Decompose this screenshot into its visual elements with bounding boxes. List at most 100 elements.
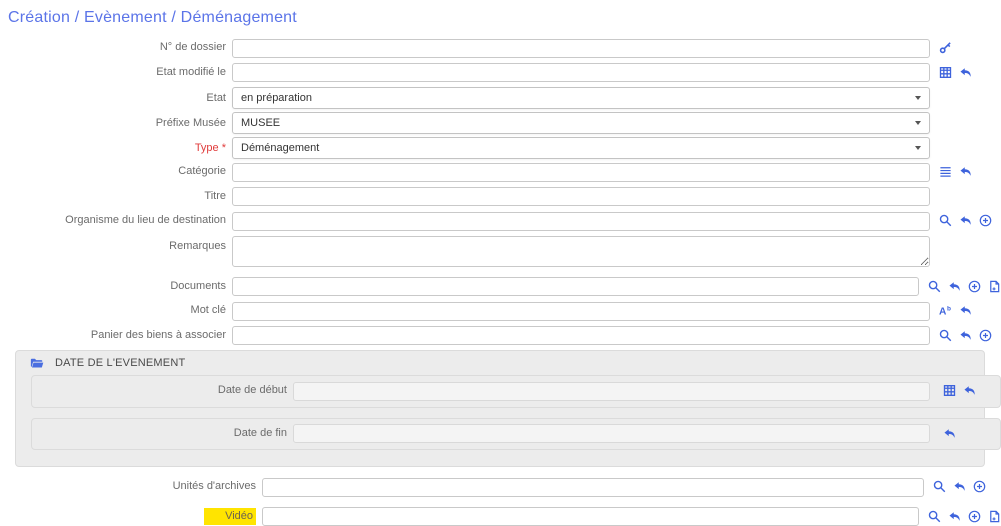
search-icon[interactable] [938,328,952,342]
label-unites-archives: Unités d'archives [0,480,256,493]
undo-icon[interactable] [958,165,972,179]
calendar-icon[interactable] [942,384,956,398]
field-actions-date-fin [942,426,956,440]
undo-icon[interactable] [947,509,961,523]
page-title: Création / Evènement / Déménagement [8,9,1001,27]
label-video: Vidéo [0,508,256,525]
field-row-prefixe-musee: Préfixe Musée MUSEE [0,112,1001,134]
label-date-debut: Date de début [32,384,287,397]
add-circle-icon[interactable] [967,279,981,293]
control-video [262,507,919,526]
categorie-input[interactable] [232,163,930,182]
label-etat: Etat [0,92,226,105]
field-row-mot-cle: Mot clé Ab [0,301,1001,321]
field-row-type: Type *Déménagement [0,137,1001,159]
etat-modifie-le-input[interactable] [232,63,930,82]
chevron-down-icon [915,121,921,125]
organisme-lieu-destination-input[interactable] [232,212,930,231]
video-input[interactable] [262,507,919,526]
field-actions-numero-dossier [938,41,952,55]
label-prefixe-musee: Préfixe Musée [0,117,226,130]
search-icon[interactable] [927,279,941,293]
undo-icon[interactable] [958,328,972,342]
control-unites-archives [262,477,924,497]
field-row-etat: Etat en préparation [0,87,1001,109]
date-fin-input [293,424,930,443]
unites-archives-input[interactable] [262,478,924,497]
field-actions-documents [927,279,1001,293]
type-select[interactable]: Déménagement [232,137,930,159]
label-numero-dossier: N° de dossier [0,41,226,54]
numero-dossier-input[interactable] [232,39,930,58]
field-row-documents: Documents [0,277,1001,297]
field-row-etat-modifie-le: Etat modifié le [0,63,1001,83]
event-creation-page: Création / Evènement / Déménagement N° d… [0,9,1001,526]
undo-icon[interactable] [958,304,972,318]
field-row-remarques: Remarques [0,236,1001,272]
field-row-numero-dossier: N° de dossier [0,38,1001,58]
label-remarques: Remarques [0,236,226,253]
control-etat: en préparation [232,87,930,109]
documents-input[interactable] [232,277,919,296]
undo-icon[interactable] [947,279,961,293]
file-add-icon[interactable] [987,279,1001,293]
thesaurus-icon[interactable]: Ab [938,304,952,318]
label-mot-cle: Mot clé [0,304,226,317]
etat-select[interactable]: en préparation [232,87,930,109]
label-etat-modifie-le: Etat modifié le [0,66,226,79]
field-actions-etat-modifie-le [938,65,972,79]
undo-icon[interactable] [958,214,972,228]
field-actions-unites-archives [932,480,986,494]
bottom-form: Unités d'archives Vidéo [0,477,1001,526]
svg-text:A: A [939,307,947,317]
search-icon[interactable] [938,214,952,228]
label-organisme-lieu-destination: Organisme du lieu de destination [0,214,226,227]
field-row-date-debut: Date de début [31,375,1001,408]
folder-open-icon [30,356,44,370]
titre-input[interactable] [232,187,930,206]
section-title: DATE DE L'EVENEMENT [55,357,185,369]
control-date-debut [293,381,930,401]
label-categorie: Catégorie [0,165,226,178]
add-circle-icon[interactable] [972,480,986,494]
search-icon[interactable] [932,480,946,494]
field-row-titre: Titre [0,187,1001,207]
event-date-section-header[interactable]: DATE DE L'EVENEMENT [16,356,984,370]
add-circle-icon[interactable] [978,214,992,228]
undo-icon[interactable] [958,65,972,79]
field-row-categorie: Catégorie [0,162,1001,182]
add-circle-icon[interactable] [967,509,981,523]
key-icon[interactable] [938,41,952,55]
prefixe-musee-select[interactable]: MUSEE [232,112,930,134]
label-documents: Documents [0,280,226,293]
type-selected-value: Déménagement [241,142,319,154]
add-circle-icon[interactable] [978,328,992,342]
list-icon[interactable] [938,165,952,179]
mot-cle-input[interactable] [232,302,930,321]
field-row-unites-archives: Unités d'archives [0,477,1001,497]
date-debut-input [293,382,930,401]
remarques-textarea[interactable] [232,236,930,267]
undo-icon[interactable] [952,480,966,494]
prefixe-musee-selected-value: MUSEE [241,117,280,129]
event-date-section: DATE DE L'EVENEMENT Date de débutDate de… [15,350,985,467]
undo-icon[interactable] [962,384,976,398]
search-icon[interactable] [927,509,941,523]
field-actions-panier-biens-associer [938,328,992,342]
etat-selected-value: en préparation [241,92,312,104]
calendar-icon[interactable] [938,65,952,79]
control-categorie [232,162,930,182]
control-etat-modifie-le [232,63,930,83]
label-titre: Titre [0,190,226,203]
field-row-date-fin: Date de fin [31,418,1001,451]
control-mot-cle [232,301,930,321]
control-titre [232,187,930,207]
control-remarques [232,236,930,272]
panier-biens-associer-input[interactable] [232,326,930,345]
control-organisme-lieu-destination [232,211,930,231]
undo-icon[interactable] [942,426,956,440]
field-actions-mot-cle: Ab [938,304,972,318]
control-numero-dossier [232,38,930,58]
field-row-organisme-lieu-destination: Organisme du lieu de destination [0,211,1001,231]
file-add-icon[interactable] [987,509,1001,523]
